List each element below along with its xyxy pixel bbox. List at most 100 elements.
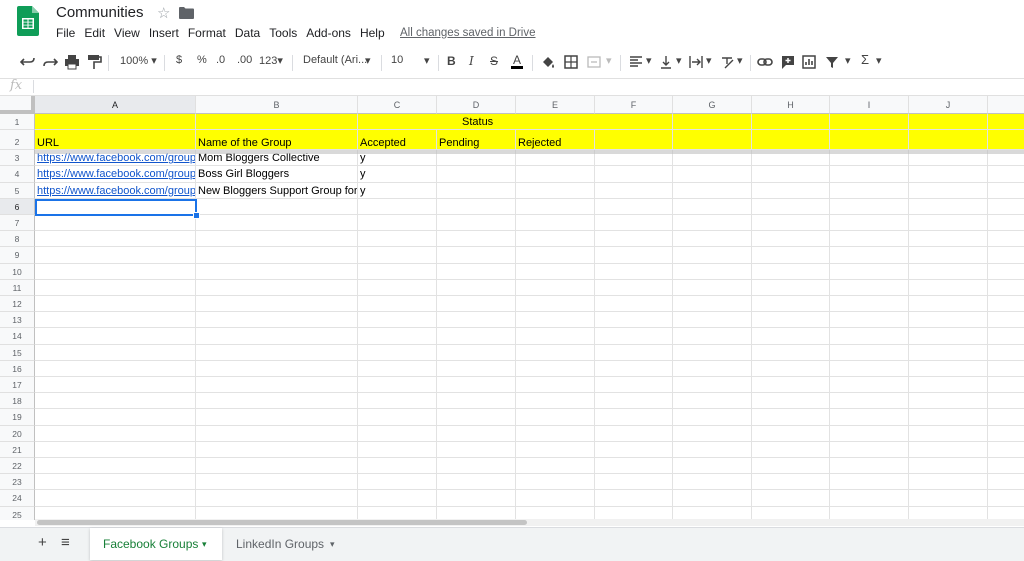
cell-k9[interactable] bbox=[988, 247, 1024, 264]
cell-c5[interactable]: y bbox=[358, 182, 437, 199]
cell-b22[interactable] bbox=[196, 458, 358, 475]
cell-b21[interactable] bbox=[196, 441, 358, 458]
insert-comment-icon[interactable] bbox=[780, 54, 796, 70]
row-header-20[interactable]: 20 bbox=[0, 425, 35, 442]
cell-h12[interactable] bbox=[752, 296, 830, 313]
document-title[interactable]: Communities bbox=[56, 4, 144, 21]
cell-h13[interactable] bbox=[752, 312, 830, 329]
cell-e20[interactable] bbox=[516, 425, 595, 442]
sheet-tab-dropdown-icon[interactable]: ▾ bbox=[202, 528, 207, 560]
cell-c21[interactable] bbox=[358, 441, 437, 458]
cell-g13[interactable] bbox=[673, 312, 752, 329]
filter-icon[interactable] bbox=[824, 54, 840, 70]
cell-f23[interactable] bbox=[595, 474, 673, 491]
cell-i15[interactable] bbox=[830, 344, 909, 361]
row-header-3[interactable]: 3 bbox=[0, 150, 35, 167]
cell-d1[interactable]: Status bbox=[437, 114, 516, 131]
cell-c20[interactable] bbox=[358, 425, 437, 442]
cell-f9[interactable] bbox=[595, 247, 673, 264]
menu-help[interactable]: Help bbox=[360, 26, 385, 40]
row-header-23[interactable]: 23 bbox=[0, 474, 35, 491]
cell-g12[interactable] bbox=[673, 296, 752, 313]
cell-g4[interactable] bbox=[673, 166, 752, 183]
cell-f7[interactable] bbox=[595, 215, 673, 232]
cell-i6[interactable] bbox=[830, 198, 909, 215]
cell-k6[interactable] bbox=[988, 199, 1024, 215]
percent-button[interactable]: % bbox=[197, 54, 207, 66]
cell-d12[interactable] bbox=[437, 296, 516, 313]
cell-h19[interactable] bbox=[752, 409, 830, 426]
paint-format-icon[interactable] bbox=[86, 54, 102, 70]
cell-a18[interactable] bbox=[35, 393, 196, 410]
cell-i19[interactable] bbox=[830, 409, 909, 426]
cell-g6[interactable] bbox=[673, 198, 752, 215]
cell-e17[interactable] bbox=[516, 377, 595, 394]
cell-j7[interactable] bbox=[909, 215, 988, 232]
insert-chart-icon[interactable] bbox=[801, 54, 817, 70]
cell-i11[interactable] bbox=[830, 279, 909, 296]
cell-g9[interactable] bbox=[673, 247, 752, 264]
cell-e23[interactable] bbox=[516, 474, 595, 491]
cell-g17[interactable] bbox=[673, 377, 752, 394]
folder-icon[interactable] bbox=[179, 7, 194, 19]
cell-d2[interactable]: Pending bbox=[437, 130, 516, 151]
cell-h23[interactable] bbox=[752, 474, 830, 491]
cell-f10[interactable] bbox=[595, 263, 673, 280]
cell-j11[interactable] bbox=[909, 279, 988, 296]
menu-tools[interactable]: Tools bbox=[269, 26, 297, 40]
cell-d9[interactable] bbox=[437, 247, 516, 264]
cell-k16[interactable] bbox=[988, 361, 1024, 377]
cell-f6[interactable] bbox=[595, 198, 673, 215]
cell-j24[interactable] bbox=[909, 490, 988, 507]
cell-i25[interactable] bbox=[830, 506, 909, 520]
cell-f1[interactable] bbox=[595, 114, 673, 131]
sheet-tab-facebook-groups[interactable]: Facebook Groups ▾ bbox=[90, 528, 222, 560]
cell-b12[interactable] bbox=[196, 296, 358, 313]
cell-g15[interactable] bbox=[673, 344, 752, 361]
row-header-18[interactable]: 18 bbox=[0, 393, 35, 410]
fill-handle[interactable] bbox=[193, 212, 200, 219]
cell-e15[interactable] bbox=[516, 344, 595, 361]
cell-a16[interactable] bbox=[35, 360, 196, 377]
cell-j13[interactable] bbox=[909, 312, 988, 329]
cell-b1[interactable] bbox=[196, 114, 358, 131]
cell-f11[interactable] bbox=[595, 279, 673, 296]
cell-a9[interactable] bbox=[35, 247, 196, 264]
cell-e25[interactable] bbox=[516, 506, 595, 520]
row-header-19[interactable]: 19 bbox=[0, 409, 35, 426]
cell-a20[interactable] bbox=[35, 425, 196, 442]
filter-dropdown-icon[interactable]: ▾ bbox=[845, 54, 851, 67]
cell-a15[interactable] bbox=[35, 344, 196, 361]
increase-decimal-button[interactable]: .00 bbox=[237, 54, 252, 66]
cell-i10[interactable] bbox=[830, 263, 909, 280]
more-formats-button[interactable]: 123▾ bbox=[259, 54, 283, 67]
cell-h24[interactable] bbox=[752, 490, 830, 507]
cell-c8[interactable] bbox=[358, 231, 437, 248]
cell-a5[interactable]: https://www.facebook.com/groups/n bbox=[35, 182, 196, 199]
cell-j22[interactable] bbox=[909, 458, 988, 475]
star-icon[interactable]: ☆ bbox=[157, 4, 170, 22]
cell-g22[interactable] bbox=[673, 458, 752, 475]
cell-j25[interactable] bbox=[909, 506, 988, 520]
column-header-overflow[interactable] bbox=[988, 96, 1024, 114]
cell-j19[interactable] bbox=[909, 409, 988, 426]
column-header-d[interactable]: D bbox=[437, 96, 516, 114]
cell-j2[interactable] bbox=[909, 130, 988, 151]
cell-f21[interactable] bbox=[595, 441, 673, 458]
spreadsheet-grid[interactable]: A B C D E F G H I J 1 Status 2 URL Name of the Group Ac… bbox=[0, 96, 1024, 520]
row-header-21[interactable]: 21 bbox=[0, 441, 35, 458]
cell-k17[interactable] bbox=[988, 377, 1024, 394]
cell-j18[interactable] bbox=[909, 393, 988, 410]
strikethrough-button[interactable]: S bbox=[490, 54, 498, 68]
cell-j20[interactable] bbox=[909, 425, 988, 442]
cell-h10[interactable] bbox=[752, 263, 830, 280]
merge-dropdown-icon[interactable]: ▾ bbox=[606, 54, 612, 67]
cell-g23[interactable] bbox=[673, 474, 752, 491]
cell-c11[interactable] bbox=[358, 279, 437, 296]
wrap-dropdown-icon[interactable]: ▾ bbox=[706, 54, 712, 67]
cell-g14[interactable] bbox=[673, 328, 752, 345]
cell-k19[interactable] bbox=[988, 409, 1024, 426]
row-header-5[interactable]: 5 bbox=[0, 182, 35, 199]
cell-e8[interactable] bbox=[516, 231, 595, 248]
cell-e13[interactable] bbox=[516, 312, 595, 329]
